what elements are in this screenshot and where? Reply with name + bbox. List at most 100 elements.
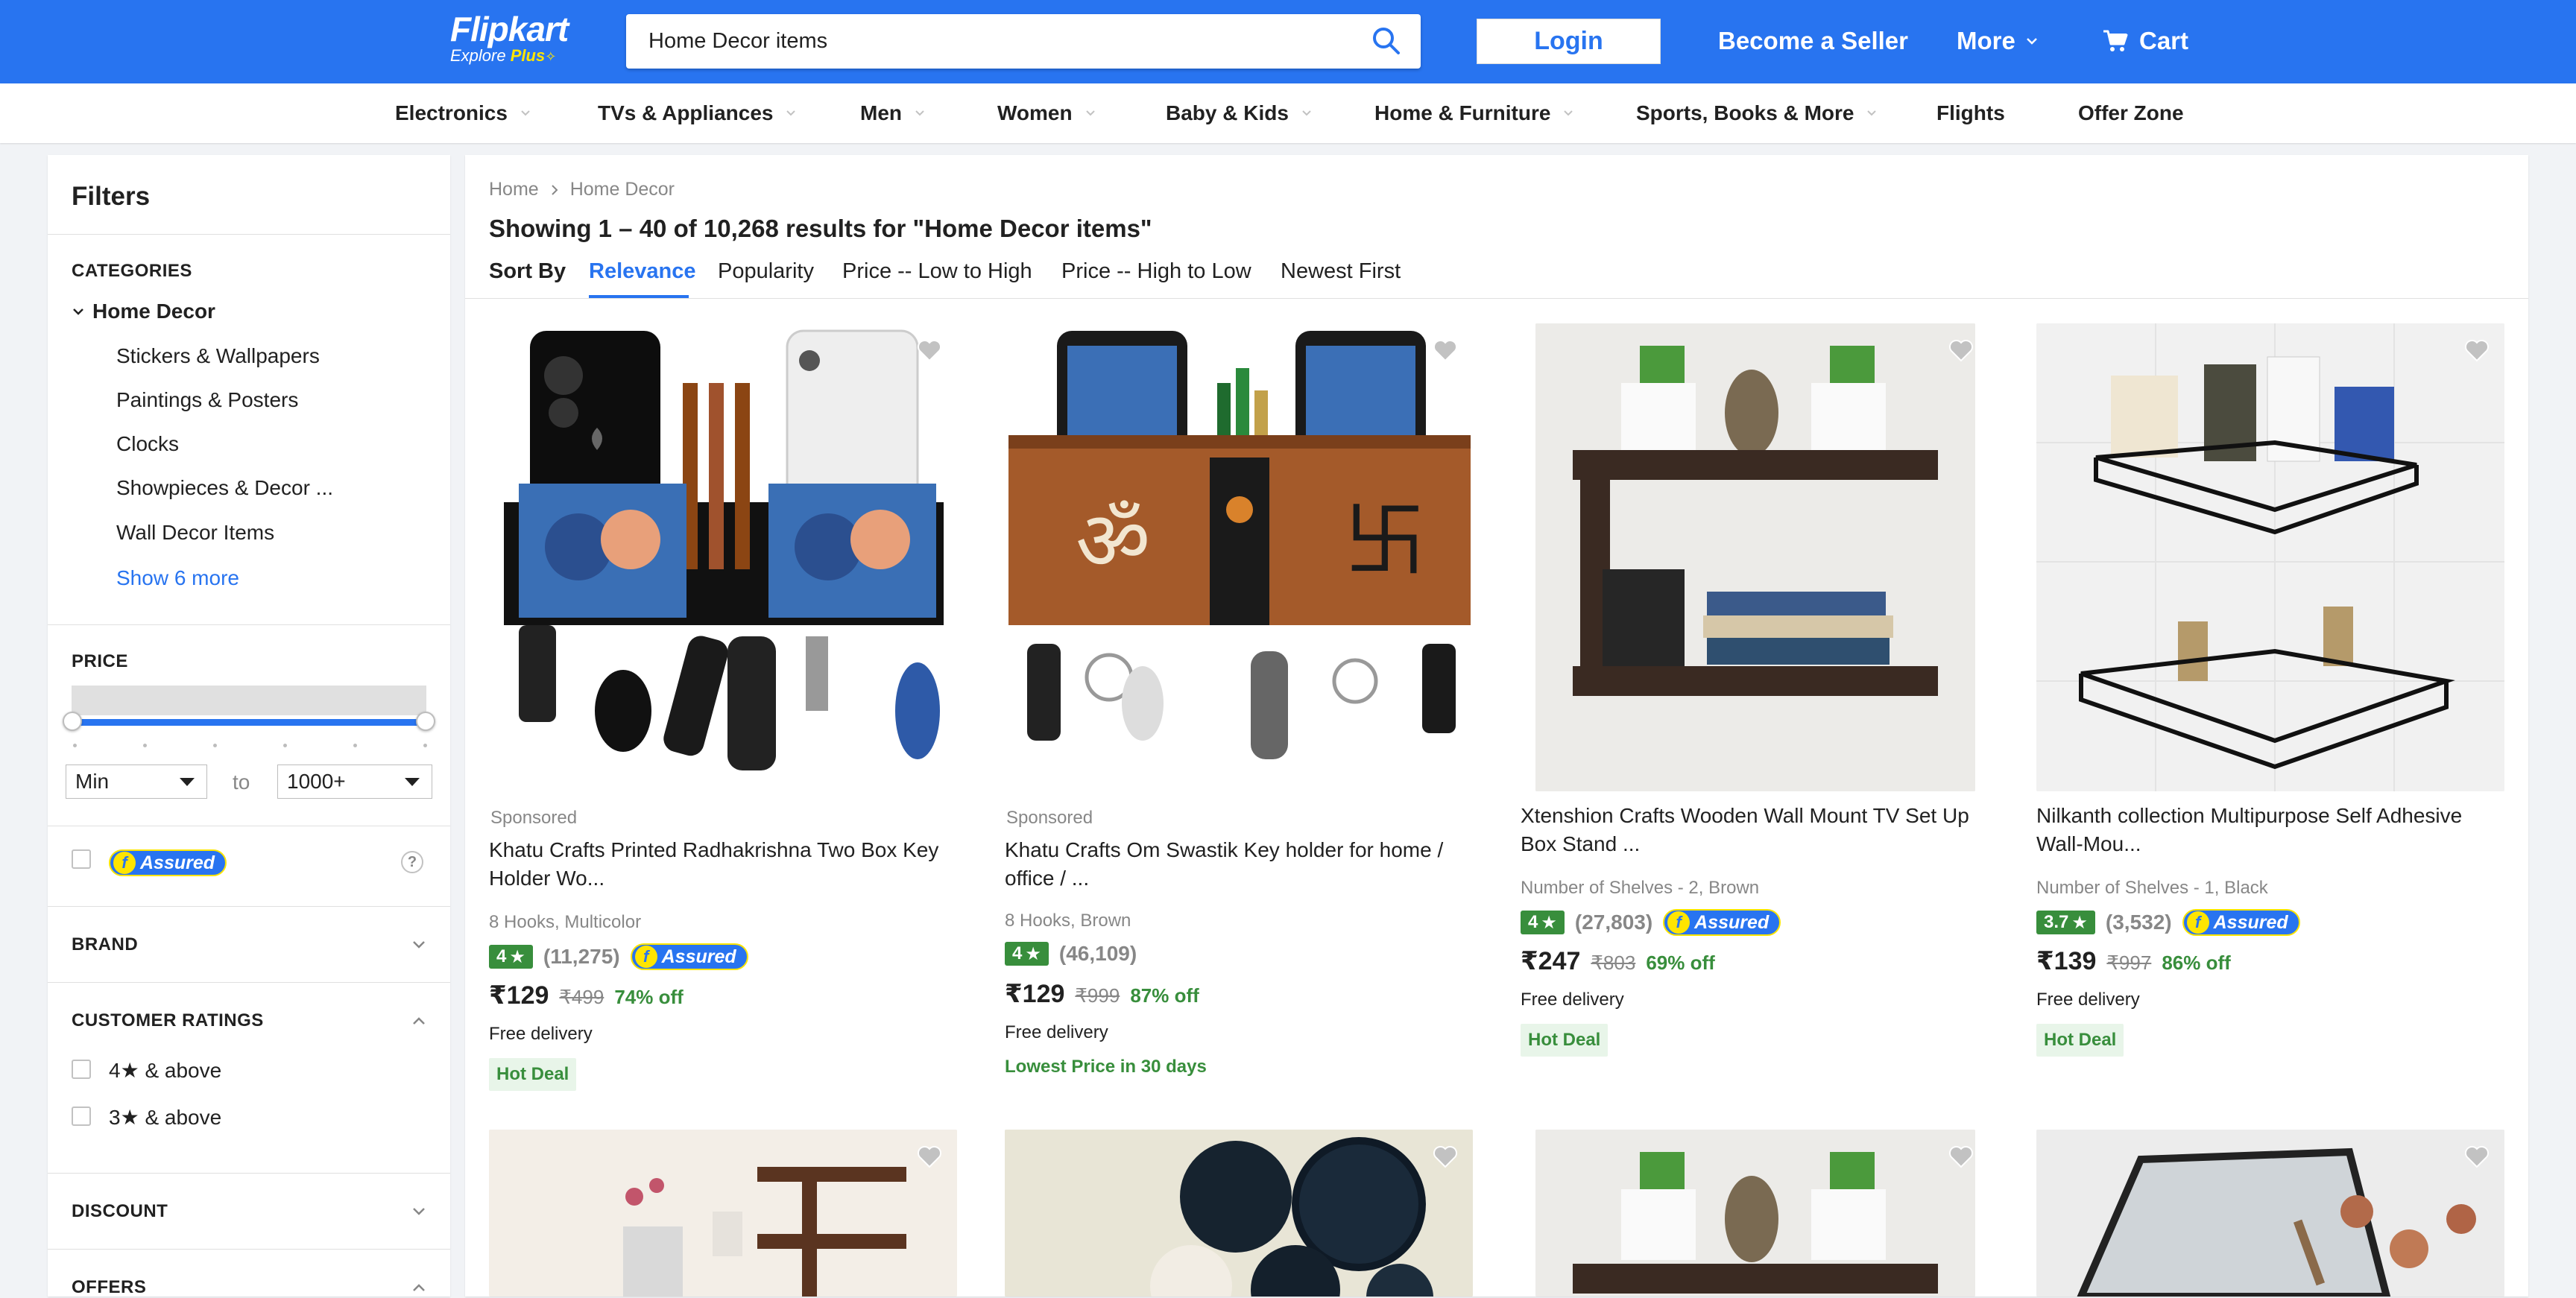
sort-price-low-high[interactable]: Price -- Low to High — [842, 259, 1032, 284]
star-icon: ★ — [1541, 912, 1557, 933]
chevron-down-icon — [73, 308, 83, 315]
nav-item-men[interactable]: Men — [860, 83, 926, 143]
product-image[interactable] — [1535, 1130, 1975, 1297]
assured-checkbox[interactable] — [72, 849, 91, 869]
heart-icon[interactable] — [2464, 338, 2490, 362]
sort-relevance[interactable]: Relevance — [589, 259, 696, 284]
breadcrumb: Home Home Decor — [489, 179, 675, 200]
product-title[interactable]: Xtenshion Crafts Wooden Wall Mount TV Se… — [1521, 802, 1969, 858]
chevron-down-icon[interactable] — [411, 940, 426, 949]
discount: 74% off — [614, 986, 684, 1008]
heart-icon[interactable] — [1948, 338, 1974, 362]
search-input[interactable] — [648, 14, 1364, 69]
nav-item-home-furniture[interactable]: Home & Furniture — [1374, 83, 1574, 143]
more-menu[interactable]: More — [1957, 26, 2038, 56]
assured-coin-icon: f — [2186, 911, 2209, 934]
chevron-down-icon — [2026, 38, 2037, 45]
product-title[interactable]: Khatu Crafts Om Swastik Key holder for h… — [1005, 836, 1443, 893]
divider — [48, 624, 450, 625]
divider — [48, 906, 450, 907]
sort-price-high-low[interactable]: Price -- High to Low — [1061, 259, 1251, 284]
divider — [48, 234, 450, 235]
brand-heading[interactable]: BRAND — [72, 934, 138, 955]
rating-option-3[interactable]: 3★ & above — [109, 1105, 221, 1130]
search-icon[interactable] — [1371, 26, 1401, 56]
sort-newest-first[interactable]: Newest First — [1281, 259, 1401, 284]
product-image[interactable] — [2036, 1130, 2504, 1297]
login-button[interactable]: Login — [1477, 19, 1661, 64]
breadcrumb-home[interactable]: Home — [489, 179, 539, 200]
heart-icon[interactable] — [1433, 338, 1458, 362]
delivery-info: Free delivery — [2036, 990, 2140, 1010]
product-card[interactable] — [489, 1130, 957, 1297]
assured-coin-icon: f — [113, 852, 136, 874]
rating-4-checkbox[interactable] — [72, 1060, 91, 1079]
product-image[interactable] — [1005, 1130, 1473, 1297]
product-image[interactable] — [1535, 323, 1975, 791]
caret-down-icon — [405, 777, 420, 786]
product-card[interactable] — [1005, 1130, 1473, 1297]
rating-3-checkbox[interactable] — [72, 1107, 91, 1126]
become-seller-link[interactable]: Become a Seller — [1718, 26, 1908, 56]
nav-item-baby-kids[interactable]: Baby & Kids — [1166, 83, 1313, 143]
cart-link[interactable]: Cart — [2102, 26, 2188, 56]
breadcrumb-home-decor[interactable]: Home Decor — [570, 179, 675, 200]
product-title[interactable]: Khatu Crafts Printed Radhakrishna Two Bo… — [489, 836, 938, 893]
category-item[interactable]: Stickers & Wallpapers — [116, 344, 320, 368]
rating-option-4[interactable]: 4★ & above — [109, 1058, 221, 1083]
product-card[interactable]: Nilkanth collection Multipurpose Self Ad… — [2036, 323, 2504, 1121]
flipkart-logo[interactable]: Flipkart Explore Plus✧ — [450, 12, 569, 66]
price: ₹129 — [1005, 980, 1065, 1008]
sort-popularity[interactable]: Popularity — [718, 259, 814, 284]
product-card[interactable]: Sponsored Khatu Crafts Printed Radhakris… — [489, 323, 957, 1121]
nav-item-women[interactable]: Women — [997, 83, 1096, 143]
rating-value: 4 — [1012, 943, 1023, 963]
product-image[interactable]: ॐ 卐 — [1005, 323, 1473, 791]
customer-ratings-heading[interactable]: CUSTOMER RATINGS — [72, 1010, 264, 1031]
price-max-select[interactable]: 1000+ — [277, 764, 432, 799]
divider — [48, 982, 450, 983]
category-item[interactable]: Clocks — [116, 432, 179, 456]
heart-icon[interactable] — [917, 1145, 942, 1168]
category-root-home-decor[interactable]: Home Decor — [72, 300, 215, 323]
price-min-select[interactable]: Min — [66, 764, 207, 799]
assured-label: Assured — [2213, 911, 2288, 933]
heart-icon[interactable] — [1433, 1145, 1458, 1168]
discount-heading[interactable]: DISCOUNT — [72, 1201, 168, 1222]
product-subtitle: 8 Hooks, Multicolor — [489, 912, 642, 932]
chevron-up-icon[interactable] — [411, 1016, 426, 1025]
product-title[interactable]: Nilkanth collection Multipurpose Self Ad… — [2036, 802, 2462, 858]
sponsored-label: Sponsored — [490, 808, 578, 828]
chevron-down-icon[interactable] — [411, 1207, 426, 1216]
header: Flipkart Explore Plus✧ Login Become a Se… — [0, 0, 2576, 83]
product-card[interactable] — [1521, 1130, 1989, 1297]
nav-item-sports-books[interactable]: Sports, Books & More — [1636, 83, 1878, 143]
product-image[interactable] — [489, 323, 957, 791]
chevron-down-icon — [1564, 110, 1573, 116]
nav-item-flights[interactable]: Flights — [1936, 83, 2005, 143]
price-slider-track[interactable] — [72, 719, 426, 726]
product-card[interactable]: Xtenshion Crafts Wooden Wall Mount TV Se… — [1521, 323, 1989, 1121]
product-image[interactable] — [2036, 323, 2504, 791]
nav-item-electronics[interactable]: Electronics — [395, 83, 531, 143]
price-slider-max-handle[interactable] — [416, 712, 435, 731]
heart-icon[interactable] — [917, 338, 942, 362]
nav-item-tvs-appliances[interactable]: TVs & Appliances — [598, 83, 797, 143]
help-icon[interactable]: ? — [401, 851, 423, 873]
heart-icon[interactable] — [2464, 1145, 2490, 1168]
product-card[interactable] — [2036, 1130, 2504, 1297]
sponsored-label: Sponsored — [1006, 808, 1093, 828]
product-subtitle: Number of Shelves - 1, Black — [2036, 878, 2268, 898]
price-slider-min-handle[interactable] — [63, 712, 82, 731]
category-item[interactable]: Wall Decor Items — [116, 521, 274, 545]
chevron-up-icon[interactable] — [411, 1283, 426, 1292]
product-card[interactable]: ॐ 卐 Sponsored Khatu Crafts Om Swastik Ke… — [1005, 323, 1473, 1121]
show-more-categories-link[interactable]: Show 6 more — [116, 566, 239, 590]
key-holder-image: ॐ 卐 — [1008, 331, 1471, 759]
product-image[interactable] — [489, 1130, 957, 1297]
category-item[interactable]: Showpieces & Decor ... — [116, 476, 333, 500]
nav-item-offer-zone[interactable]: Offer Zone — [2078, 83, 2184, 143]
heart-icon[interactable] — [1948, 1145, 1974, 1168]
offers-heading[interactable]: OFFERS — [72, 1277, 146, 1298]
category-item[interactable]: Paintings & Posters — [116, 388, 298, 412]
